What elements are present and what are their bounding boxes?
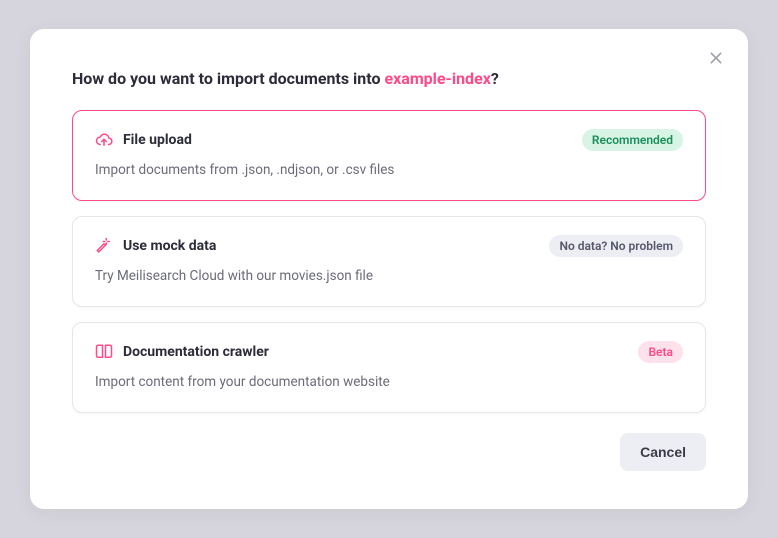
option-title: File upload bbox=[123, 132, 192, 148]
close-button[interactable] bbox=[704, 47, 728, 71]
option-file-upload[interactable]: Recommended File upload Import documents… bbox=[72, 110, 706, 201]
title-prefix: How do you want to import documents into bbox=[72, 69, 384, 88]
option-header: Documentation crawler bbox=[95, 343, 683, 361]
modal-title: How do you want to import documents into… bbox=[72, 69, 706, 88]
option-title: Documentation crawler bbox=[123, 344, 269, 360]
book-icon bbox=[95, 343, 113, 361]
magic-wand-icon bbox=[95, 237, 113, 255]
badge-no-data: No data? No problem bbox=[549, 235, 683, 257]
close-icon bbox=[708, 50, 724, 69]
import-modal: How do you want to import documents into… bbox=[30, 29, 748, 509]
option-description: Import documents from .json, .ndjson, or… bbox=[95, 161, 683, 180]
cloud-upload-icon bbox=[95, 131, 113, 149]
modal-footer: Cancel bbox=[72, 433, 706, 471]
option-description: Try Meilisearch Cloud with our movies.js… bbox=[95, 267, 683, 286]
option-doc-crawler[interactable]: Beta Documentation crawler Import conten… bbox=[72, 322, 706, 413]
badge-beta: Beta bbox=[638, 341, 683, 363]
option-title: Use mock data bbox=[123, 238, 216, 254]
index-name: example-index bbox=[384, 69, 490, 88]
cancel-button[interactable]: Cancel bbox=[620, 433, 706, 471]
option-description: Import content from your documentation w… bbox=[95, 373, 683, 392]
title-suffix: ? bbox=[491, 69, 499, 88]
badge-recommended: Recommended bbox=[582, 129, 683, 151]
option-mock-data[interactable]: No data? No problem Use mock data Try Me… bbox=[72, 216, 706, 307]
